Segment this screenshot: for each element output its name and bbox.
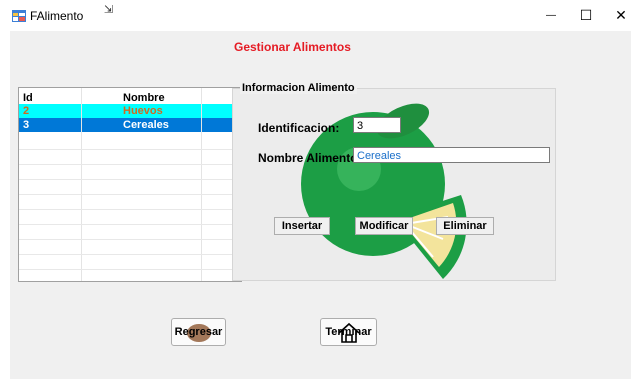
minimize-button[interactable]: — (531, 0, 571, 31)
grid-column-divider (201, 88, 202, 281)
name-label: Nombre Alimento (258, 151, 358, 165)
grid-row-divider (19, 239, 241, 240)
grid-row-divider (19, 164, 241, 165)
row-id: 2 (23, 105, 30, 117)
grid-row-divider (19, 269, 241, 270)
back-label: Regresar (174, 326, 223, 338)
grid-row-divider (19, 194, 241, 195)
food-grid[interactable]: Id Nombre 2 Huevos 3 Cereales (18, 87, 242, 282)
name-field[interactable]: Cereales (353, 147, 550, 163)
grid-row-divider (19, 209, 241, 210)
maximize-icon: ☐ (579, 7, 593, 23)
grid-row-divider (19, 224, 241, 225)
column-header-nombre[interactable]: Nombre (123, 91, 165, 105)
grid-row-divider (19, 254, 241, 255)
back-button[interactable]: Regresar (171, 318, 226, 346)
id-field[interactable]: 3 (353, 117, 401, 133)
cursor-icon: ⇲ (104, 4, 114, 16)
finish-label: Terminar (325, 326, 372, 338)
row-nombre: Huevos (123, 105, 163, 117)
form-client-area: Gestionar Alimentos Id Nombre 2 Huevos 3… (10, 31, 631, 379)
delete-button[interactable]: Eliminar (436, 217, 494, 235)
grid-row-divider (19, 149, 241, 150)
grid-header-row: Id Nombre (19, 91, 241, 105)
app-icon (12, 10, 26, 22)
grid-column-divider (81, 88, 82, 281)
group-legend: Informacion Alimento (240, 82, 357, 94)
table-row[interactable]: 3 Cereales (19, 118, 241, 132)
grid-row-divider (19, 179, 241, 180)
window-title: FAlimento (30, 9, 84, 23)
close-button[interactable]: ✕ (601, 0, 631, 31)
modify-button[interactable]: Modificar (355, 217, 413, 235)
column-header-id[interactable]: Id (23, 91, 33, 105)
row-nombre: Cereales (123, 119, 169, 131)
finish-button[interactable]: Terminar (320, 318, 377, 346)
row-id: 3 (23, 119, 30, 131)
close-icon: ✕ (615, 7, 627, 23)
title-bar: FAlimento ⇲ — ☐ ✕ (0, 0, 631, 31)
maximize-button[interactable]: ☐ (566, 0, 606, 31)
minimize-icon: — (546, 10, 556, 21)
insert-button[interactable]: Insertar (274, 217, 330, 235)
id-label: Identificacion: (258, 121, 340, 135)
table-row[interactable]: 2 Huevos (19, 104, 241, 118)
page-title: Gestionar Alimentos (234, 40, 351, 54)
